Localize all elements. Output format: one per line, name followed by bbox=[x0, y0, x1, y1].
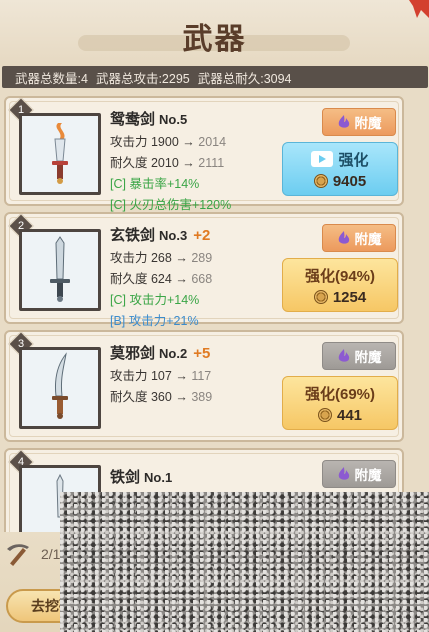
weapon-plus-level: +5 bbox=[193, 345, 211, 362]
attack-line: 攻击力 268 → 289 bbox=[110, 247, 212, 266]
weapon-info: 莫邪剑 No.2 +5 攻击力 107 → 117 耐久度 360 → 389 bbox=[110, 342, 212, 405]
weapon-name: 莫邪剑 bbox=[110, 345, 156, 362]
weapon-info: 铁剑 No.1 bbox=[110, 466, 172, 487]
weapon-number: No.5 bbox=[159, 112, 188, 127]
upgrade-cost: 9405 bbox=[332, 172, 367, 190]
attack-line: 攻击力 1900 → 2014 bbox=[110, 131, 231, 150]
arrow-right-icon: → bbox=[175, 272, 188, 286]
durability-line: 耐久度 2010 → 2111 bbox=[110, 152, 231, 171]
coin-icon bbox=[313, 290, 328, 304]
upgrade-cost: 441 bbox=[336, 406, 363, 424]
durability-next-value: 389 bbox=[191, 390, 213, 404]
attack-value: 攻击力 268 bbox=[110, 251, 172, 265]
arrow-right-icon: → bbox=[182, 135, 195, 149]
total-durability: 武器总耐久:3094 bbox=[197, 71, 292, 86]
enchant-label: 附魔 bbox=[354, 350, 382, 365]
enchant-button[interactable]: 附魔 bbox=[322, 460, 396, 488]
purple-flame-icon bbox=[338, 349, 349, 362]
weapon-image[interactable] bbox=[19, 347, 101, 429]
upgrade-cost: 1254 bbox=[332, 288, 367, 306]
durability-value: 耐久度 2010 bbox=[110, 156, 179, 170]
enchant-button[interactable]: 附魔 bbox=[322, 108, 396, 136]
curved-sword-icon bbox=[52, 352, 68, 419]
weapon-image[interactable] bbox=[19, 229, 101, 311]
durability-line: 耐久度 624 → 668 bbox=[110, 268, 212, 287]
upgrade-button[interactable]: 强化(94%) 1254 bbox=[282, 258, 398, 312]
upgrade-button[interactable]: 强化(69%) 441 bbox=[282, 376, 398, 430]
weapon-info: 鸳鸯剑 No.5 攻击力 1900 → 2014 耐久度 2010 → 2111… bbox=[110, 108, 231, 213]
upgrade-label: 强化 bbox=[338, 151, 369, 169]
weapon-stats-bar: 武器总数量:4 武器总攻击:2295 武器总耐久:3094 bbox=[2, 66, 428, 88]
page-title: 武器 bbox=[182, 23, 247, 56]
weapon-screen: 武器 武器总数量:4 武器总攻击:2295 武器总耐久:3094 1 鸳鸯剑 N… bbox=[0, 0, 429, 632]
bonus-line: [B] 攻击力+21% bbox=[110, 314, 199, 328]
total-count: 武器总数量:4 bbox=[15, 71, 88, 86]
weapon-number: No.2 bbox=[159, 346, 188, 361]
weapon-name: 玄铁剑 bbox=[110, 227, 156, 244]
durability-next-value: 2111 bbox=[198, 156, 225, 170]
purple-flame-icon bbox=[338, 231, 349, 244]
weapon-name: 铁剑 bbox=[110, 469, 141, 486]
upgrade-button[interactable]: 强化 9405 bbox=[282, 142, 398, 196]
video-ad-icon bbox=[311, 151, 334, 167]
arrow-right-icon: → bbox=[175, 369, 188, 383]
enchant-label: 附魔 bbox=[354, 232, 382, 247]
durability-next-value: 668 bbox=[191, 272, 213, 286]
weapon-info: 玄铁剑 No.3 +2 攻击力 268 → 289 耐久度 624 → 668 … bbox=[110, 224, 212, 329]
obscured-region bbox=[60, 492, 429, 632]
weapon-number: No.3 bbox=[159, 228, 188, 243]
enchant-label: 附魔 bbox=[354, 116, 382, 131]
total-attack: 武器总攻击:2295 bbox=[95, 71, 190, 86]
attack-next-value: 117 bbox=[191, 369, 212, 383]
weapon-number: No.1 bbox=[144, 470, 173, 485]
close-corner-icon[interactable] bbox=[397, 0, 429, 22]
enchant-button[interactable]: 附魔 bbox=[322, 224, 396, 252]
weapon-name: 鸳鸯剑 bbox=[110, 111, 156, 128]
upgrade-label: 强化(69%) bbox=[304, 385, 375, 403]
coin-icon bbox=[313, 174, 328, 188]
durability-line: 耐久度 360 → 389 bbox=[110, 386, 212, 405]
header: 武器 bbox=[0, 0, 429, 66]
durability-value: 耐久度 624 bbox=[110, 272, 172, 286]
attack-value: 攻击力 107 bbox=[110, 369, 172, 383]
attack-next-value: 289 bbox=[191, 251, 213, 265]
weapon-plus-level: +2 bbox=[193, 227, 211, 244]
purple-flame-icon bbox=[338, 467, 349, 480]
bonus-line: [C] 攻击力+14% bbox=[110, 293, 200, 307]
purple-flame-icon bbox=[338, 115, 349, 128]
flame-sword-icon bbox=[52, 123, 68, 184]
attack-next-value: 2014 bbox=[198, 135, 227, 149]
weapon-card: 2 玄铁剑 No.3 +2 攻击力 268 → 289 耐久度 624 → 66… bbox=[4, 212, 404, 328]
weapon-card: 3 莫邪剑 No.2 +5 攻击力 107 → 117 耐久度 360 → 38… bbox=[4, 330, 404, 442]
iron-sword-icon bbox=[50, 236, 70, 302]
attack-line: 攻击力 107 → 117 bbox=[110, 365, 212, 384]
durability-value: 耐久度 360 bbox=[110, 390, 172, 404]
attack-value: 攻击力 1900 bbox=[110, 135, 179, 149]
bonus-line: [C] 火刃总伤害+120% bbox=[110, 198, 232, 212]
enchant-button[interactable]: 附魔 bbox=[322, 342, 396, 370]
arrow-right-icon: → bbox=[182, 156, 195, 170]
pickaxe-icon bbox=[7, 544, 29, 566]
arrow-right-icon: → bbox=[175, 251, 188, 265]
upgrade-label: 强化(94%) bbox=[304, 267, 375, 285]
weapon-card: 1 鸳鸯剑 No.5 攻击力 1900 → 2014 耐久度 2010 → 21… bbox=[4, 96, 404, 212]
enchant-label: 附魔 bbox=[354, 468, 382, 483]
arrow-right-icon: → bbox=[175, 390, 188, 404]
weapon-image[interactable] bbox=[19, 113, 101, 195]
bonus-line: [C] 暴击率+14% bbox=[110, 177, 200, 191]
coin-icon bbox=[317, 408, 332, 422]
